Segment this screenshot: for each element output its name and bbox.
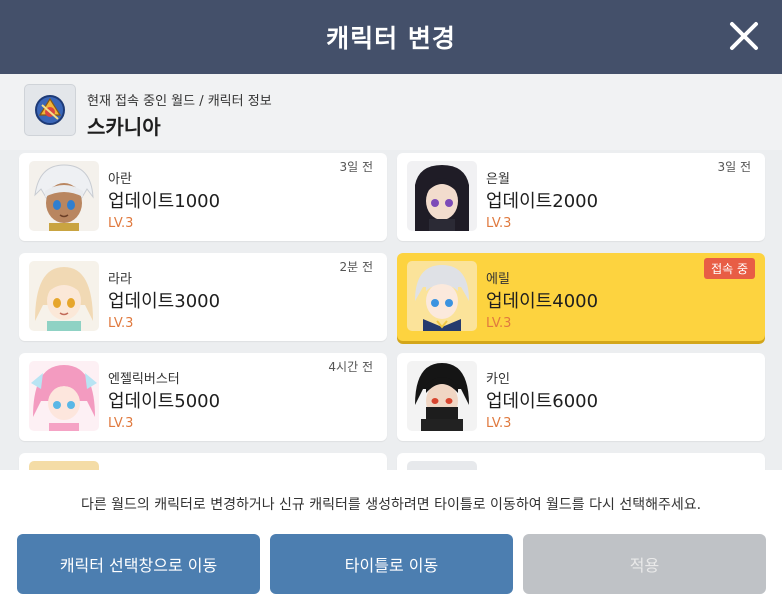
kain-portrait-icon	[407, 361, 477, 431]
character-card-eril[interactable]: 에릴 업데이트4000 LV.3 접속 중	[397, 253, 765, 341]
character-card-partial[interactable]	[397, 453, 765, 470]
close-icon[interactable]	[726, 18, 762, 54]
aran-portrait-icon	[29, 161, 99, 231]
character-level: LV.3	[486, 316, 512, 331]
online-status-badge: 접속 중	[704, 258, 755, 279]
character-card-partial[interactable]	[19, 453, 387, 470]
last-login-time: 3일 전	[717, 160, 751, 174]
footer-panel: 다른 월드의 캐릭터로 변경하거나 신규 캐릭터를 생성하려면 타이틀로 이동하…	[0, 470, 782, 612]
character-name: 업데이트4000	[486, 291, 599, 312]
character-card-kain[interactable]: 카인 업데이트6000 LV.3	[397, 353, 765, 441]
eunwol-portrait-icon	[407, 161, 477, 231]
character-name: 업데이트3000	[108, 291, 221, 312]
go-to-title-button[interactable]: 타이틀로 이동	[270, 534, 513, 594]
partial-portrait-icon	[29, 461, 99, 470]
character-name: 업데이트2000	[486, 191, 599, 212]
character-job: 엔젤릭버스터	[108, 372, 180, 387]
character-card-lara[interactable]: 라라 업데이트3000 LV.3 2분 전	[19, 253, 387, 341]
header-bar: 캐릭터 변경	[0, 0, 782, 74]
character-level: LV.3	[486, 416, 512, 431]
character-card-eunwol[interactable]: 은월 업데이트2000 LV.3 3일 전	[397, 153, 765, 241]
world-name: 스카니아	[87, 115, 161, 139]
character-job: 라라	[108, 272, 132, 287]
last-login-time: 2분 전	[339, 260, 373, 274]
dialog-title: 캐릭터 변경	[326, 24, 456, 53]
world-caption: 현재 접속 중인 월드 / 캐릭터 정보	[87, 94, 272, 109]
character-name: 업데이트5000	[108, 391, 221, 412]
character-level: LV.3	[108, 316, 134, 331]
character-job: 에릴	[486, 272, 510, 287]
current-world-panel: 현재 접속 중인 월드 / 캐릭터 정보 스카니아	[0, 74, 782, 150]
eril-portrait-icon	[407, 261, 477, 331]
angelic-buster-portrait-icon	[29, 361, 99, 431]
last-login-time: 3일 전	[339, 160, 373, 174]
character-card-aran[interactable]: 아란 업데이트1000 LV.3 3일 전	[19, 153, 387, 241]
go-to-character-select-button[interactable]: 캐릭터 선택창으로 이동	[17, 534, 260, 594]
character-list[interactable]: 아란 업데이트1000 LV.3 3일 전 은월 업데이트2000 LV.3 3…	[0, 150, 782, 470]
character-level: LV.3	[486, 216, 512, 231]
character-name: 업데이트1000	[108, 191, 221, 212]
character-job: 은월	[486, 172, 510, 187]
world-change-notice: 다른 월드의 캐릭터로 변경하거나 신규 캐릭터를 생성하려면 타이틀로 이동하…	[80, 497, 702, 513]
last-login-time: 4시간 전	[328, 360, 373, 374]
lara-portrait-icon	[29, 261, 99, 331]
character-level: LV.3	[108, 216, 134, 231]
partial-portrait-icon	[407, 461, 477, 470]
character-name: 업데이트6000	[486, 391, 599, 412]
character-job: 카인	[486, 372, 510, 387]
character-level: LV.3	[108, 416, 134, 431]
character-card-angelic-buster[interactable]: 엔젤릭버스터 업데이트5000 LV.3 4시간 전	[19, 353, 387, 441]
world-emblem-icon	[24, 84, 76, 136]
apply-button[interactable]: 적용	[523, 534, 766, 594]
character-job: 아란	[108, 172, 132, 187]
